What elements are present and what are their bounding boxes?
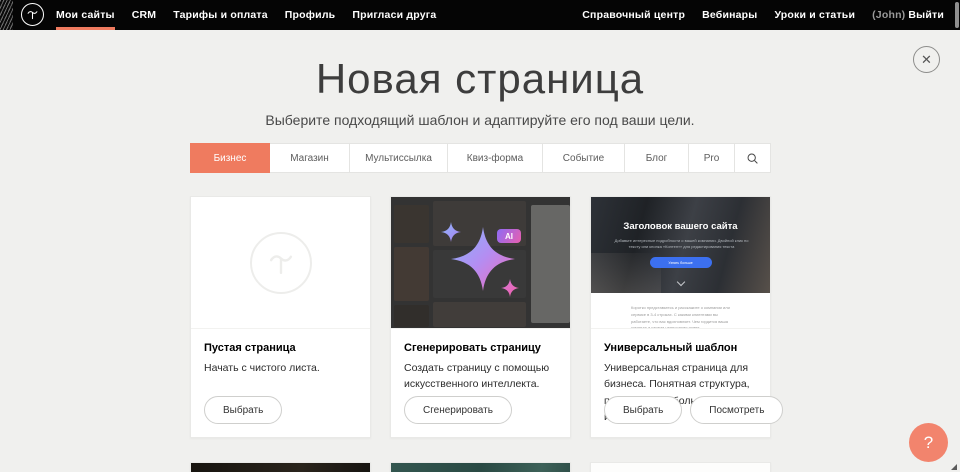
select-button[interactable]: Выбрать bbox=[604, 396, 682, 424]
tab-event[interactable]: Событие bbox=[543, 143, 625, 173]
nav-item-profile[interactable]: Профиль bbox=[285, 0, 336, 30]
card-blank-page: Пустая страница Начать с чистого листа. … bbox=[190, 196, 371, 438]
resize-corner-icon bbox=[951, 464, 957, 470]
ai-badge: AI bbox=[497, 229, 521, 243]
nav-item-lessons[interactable]: Уроки и статьи bbox=[774, 0, 855, 30]
universal-template-thumbnail[interactable]: Заголовок вашего сайта Добавьте интересн… bbox=[591, 197, 770, 329]
card-title: Пустая страница bbox=[204, 342, 357, 354]
card-universal-template: Заголовок вашего сайта Добавьте интересн… bbox=[590, 196, 771, 438]
tab-multilink[interactable]: Мультиссылка bbox=[350, 143, 448, 173]
chevron-down-icon bbox=[676, 278, 684, 286]
template-body-section: Коротко представьтесь и расскажите о ком… bbox=[591, 293, 770, 329]
help-button[interactable]: ? bbox=[909, 423, 948, 462]
nav-item-webinars[interactable]: Вебинары bbox=[702, 0, 757, 30]
template-body-text: Коротко представьтесь и расскажите о ком… bbox=[631, 305, 733, 329]
template-hero-subtext: Добавьте интересные подробности о вашей … bbox=[609, 238, 754, 251]
nav-left-links: Мои сайты CRM Тарифы и оплата Профиль Пр… bbox=[56, 0, 436, 30]
nav-item-tariffs[interactable]: Тарифы и оплата bbox=[173, 0, 268, 30]
generate-button[interactable]: Сгенерировать bbox=[404, 396, 512, 424]
tab-pro[interactable]: Pro bbox=[689, 143, 735, 173]
nav-item-invite-friend[interactable]: Пригласи друга bbox=[352, 0, 436, 30]
tab-store[interactable]: Магазин bbox=[270, 143, 350, 173]
tilda-watermark-icon bbox=[250, 232, 312, 294]
decorative-pattern bbox=[0, 0, 13, 30]
page-title: Новая страница bbox=[0, 55, 960, 103]
search-icon bbox=[746, 152, 759, 165]
template-category-tabs: Бизнес Магазин Мультиссылка Квиз-форма С… bbox=[190, 143, 771, 173]
nav-item-crm[interactable]: CRM bbox=[132, 0, 157, 30]
user-name: (John) bbox=[872, 9, 905, 21]
tilda-logo[interactable] bbox=[21, 3, 44, 26]
card-title: Универсальный шаблон bbox=[604, 342, 757, 354]
new-page-modal-screen: Мои сайты CRM Тарифы и оплата Профиль Пр… bbox=[0, 0, 960, 472]
logout-label: Выйти bbox=[908, 9, 944, 21]
card-next-row-1[interactable] bbox=[190, 462, 371, 472]
ai-generate-thumbnail[interactable]: AI bbox=[391, 197, 570, 329]
card-generate-page: AI Сгенерировать страницу Создать страни… bbox=[390, 196, 571, 438]
preview-button[interactable]: Посмотреть bbox=[690, 396, 783, 424]
nav-item-my-sites[interactable]: Мои сайты bbox=[56, 0, 115, 30]
page-subtitle: Выберите подходящий шаблон и адаптируйте… bbox=[0, 112, 960, 128]
template-hero-image: Заголовок вашего сайта Добавьте интересн… bbox=[591, 197, 770, 293]
template-hero-heading: Заголовок вашего сайта bbox=[591, 221, 770, 232]
card-next-row-3[interactable] bbox=[590, 462, 771, 472]
blank-page-thumbnail[interactable] bbox=[191, 197, 370, 329]
sparkle-pink-icon bbox=[501, 279, 519, 297]
tilda-logo-icon bbox=[25, 7, 40, 22]
tab-business[interactable]: Бизнес bbox=[190, 143, 270, 173]
card-description: Создать страницу с помощью искусственног… bbox=[404, 360, 557, 393]
card-description: Начать с чистого листа. bbox=[204, 360, 357, 376]
question-mark-icon: ? bbox=[924, 433, 933, 453]
nav-right-links: Справочный центр Вебинары Уроки и статьи… bbox=[582, 0, 944, 30]
scrollbar-thumb[interactable] bbox=[955, 2, 959, 28]
template-hero-button: Узнать больше bbox=[650, 257, 712, 268]
tab-quiz-form[interactable]: Квиз-форма bbox=[448, 143, 543, 173]
tab-blog[interactable]: Блог bbox=[625, 143, 689, 173]
top-navigation-bar: Мои сайты CRM Тарифы и оплата Профиль Пр… bbox=[0, 0, 960, 30]
card-next-row-2[interactable] bbox=[390, 462, 571, 472]
card-title: Сгенерировать страницу bbox=[404, 342, 557, 354]
nav-item-logout[interactable]: (John) Выйти bbox=[872, 0, 944, 30]
select-button[interactable]: Выбрать bbox=[204, 396, 282, 424]
nav-item-help-center[interactable]: Справочный центр bbox=[582, 0, 685, 30]
tab-search[interactable] bbox=[735, 143, 771, 173]
